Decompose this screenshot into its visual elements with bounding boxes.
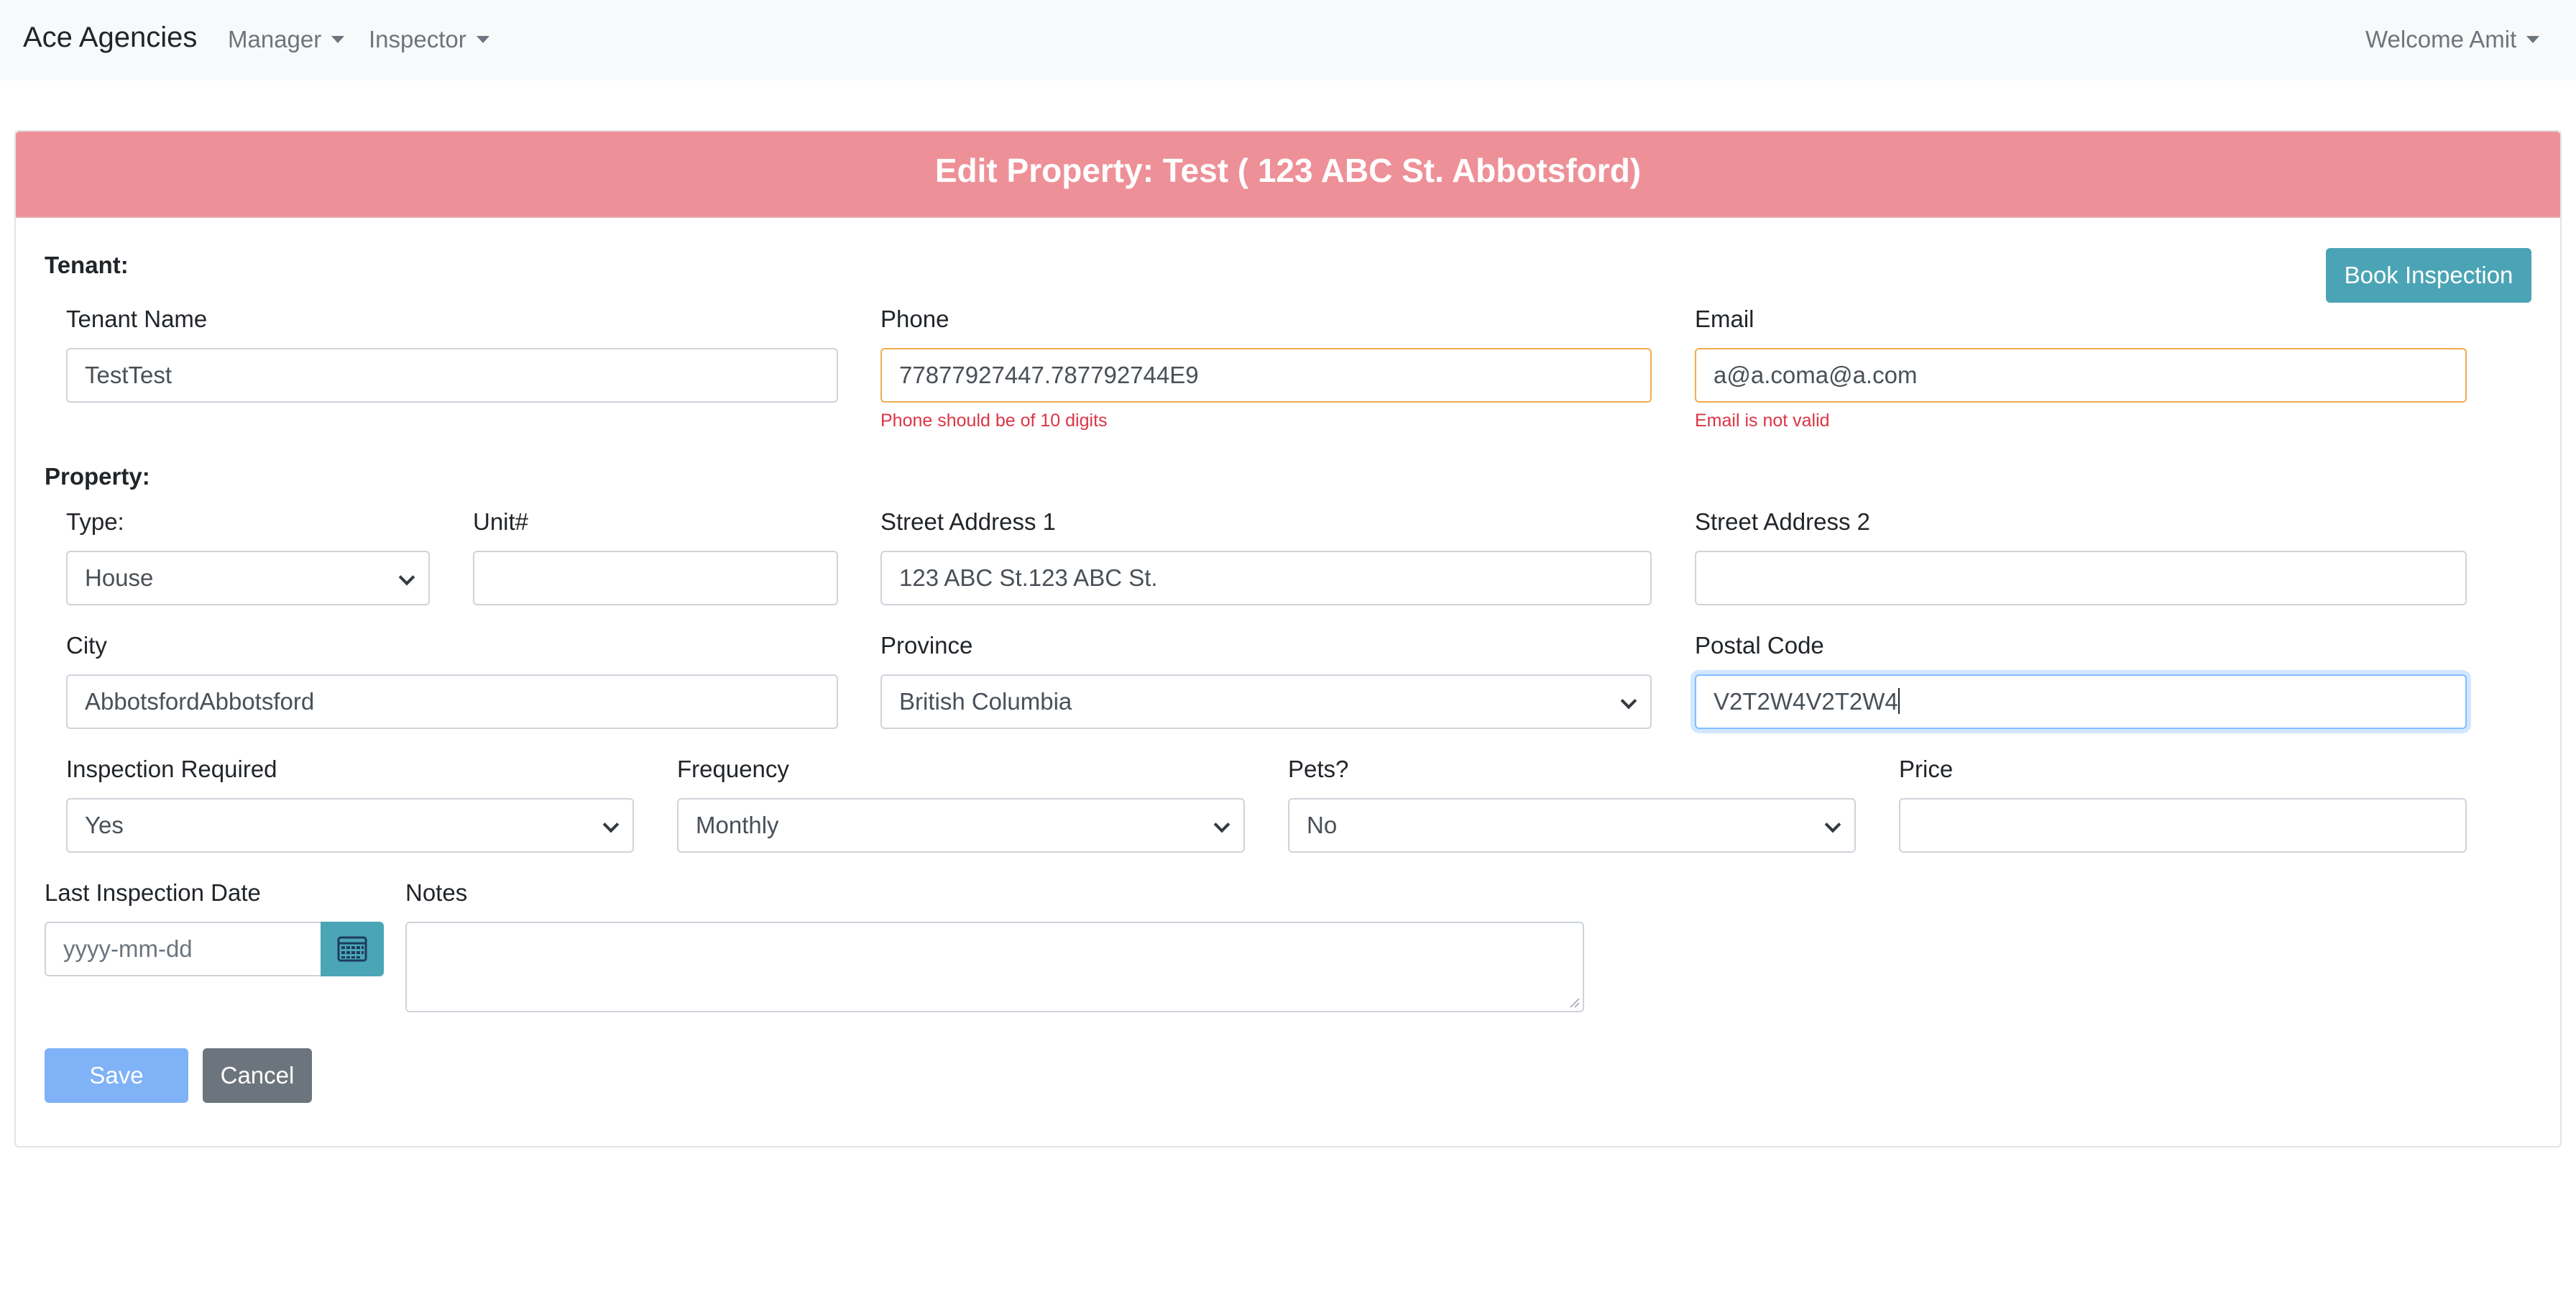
chevron-down-icon <box>398 569 415 586</box>
street-address-1-value: 123 ABC St.123 ABC St. <box>899 564 1158 591</box>
save-button[interactable]: Save <box>45 1048 188 1103</box>
tenant-name-input[interactable]: TestTest <box>66 348 838 403</box>
user-menu-label: Welcome Amit <box>2365 26 2517 52</box>
calendar-icon <box>337 936 367 962</box>
postal-code-input[interactable]: V2T2W4V2T2W4 <box>1695 674 2467 729</box>
card-header: Edit Property: Test ( 123 ABC St. Abbots… <box>16 132 2560 218</box>
phone-error: Phone should be of 10 digits <box>880 411 1108 431</box>
nav-menu-manager[interactable]: Manager <box>228 26 345 53</box>
nav-menu-inspector-label: Inspector <box>369 26 466 52</box>
pets-select[interactable]: No <box>1288 798 1856 853</box>
street-address-1-label: Street Address 1 <box>880 508 1056 535</box>
province-select[interactable]: British Columbia <box>880 674 1652 729</box>
pets-value: No <box>1307 812 1338 838</box>
street-address-1-input[interactable]: 123 ABC St.123 ABC St. <box>880 551 1652 605</box>
text-cursor <box>1898 688 1900 714</box>
frequency-label: Frequency <box>677 756 789 782</box>
caret-down-icon <box>331 36 345 43</box>
date-picker-button[interactable] <box>321 922 384 976</box>
inspection-required-label: Inspection Required <box>66 756 277 782</box>
notes-textarea[interactable] <box>405 922 1584 1012</box>
cancel-button[interactable]: Cancel <box>203 1048 312 1103</box>
page: Ace Agencies Manager Inspector Welcome A… <box>0 0 2576 1297</box>
street-address-2-label: Street Address 2 <box>1695 508 1870 535</box>
chevron-down-icon <box>1620 692 1637 710</box>
phone-input[interactable]: 77877927447.787792744E9 <box>880 348 1652 403</box>
unit-label: Unit# <box>473 508 529 535</box>
price-label: Price <box>1899 756 1954 782</box>
property-section-label: Property: <box>45 463 150 490</box>
type-select[interactable]: House <box>66 551 430 605</box>
street-address-2-input[interactable] <box>1695 551 2467 605</box>
brand-link[interactable]: Ace Agencies <box>23 22 197 54</box>
last-inspection-date-input[interactable]: yyyy-mm-dd <box>45 922 323 976</box>
tenant-section-label: Tenant: <box>45 252 129 278</box>
chevron-down-icon <box>1213 816 1230 833</box>
frequency-select[interactable]: Monthly <box>677 798 1245 853</box>
email-label: Email <box>1695 306 1754 332</box>
tenant-name-label: Tenant Name <box>66 306 208 332</box>
inspection-required-value: Yes <box>85 812 124 838</box>
city-value: AbbotsfordAbbotsford <box>85 688 315 715</box>
unit-input[interactable] <box>473 551 838 605</box>
tenant-name-value: TestTest <box>85 362 172 388</box>
page-title: Edit Property: Test ( 123 ABC St. Abbots… <box>934 152 1642 189</box>
frequency-value: Monthly <box>696 812 779 838</box>
last-inspection-date-label: Last Inspection Date <box>45 879 261 906</box>
chevron-down-icon <box>1824 816 1841 833</box>
email-input[interactable]: a@a.coma@a.com <box>1695 348 2467 403</box>
user-menu[interactable]: Welcome Amit <box>2365 26 2540 53</box>
book-inspection-button[interactable]: Book Inspection <box>2326 248 2531 303</box>
price-input[interactable] <box>1899 798 2467 853</box>
caret-down-icon <box>476 36 489 43</box>
caret-down-icon <box>2526 36 2540 43</box>
resize-grip-icon[interactable] <box>1568 996 1580 1008</box>
inspection-required-select[interactable]: Yes <box>66 798 634 853</box>
pets-label: Pets? <box>1288 756 1349 782</box>
city-input[interactable]: AbbotsfordAbbotsford <box>66 674 838 729</box>
chevron-down-icon <box>602 816 620 833</box>
phone-label: Phone <box>880 306 949 332</box>
city-label: City <box>66 632 107 659</box>
type-label: Type: <box>66 508 124 535</box>
last-inspection-date-placeholder: yyyy-mm-dd <box>63 935 193 962</box>
province-label: Province <box>880 632 973 659</box>
nav-menu-inspector[interactable]: Inspector <box>369 26 489 53</box>
navbar: Ace Agencies Manager Inspector Welcome A… <box>0 0 2576 81</box>
postal-code-value: V2T2W4V2T2W4 <box>1714 688 1898 715</box>
province-value: British Columbia <box>899 688 1072 715</box>
postal-code-label: Postal Code <box>1695 632 1824 659</box>
email-error: Email is not valid <box>1695 411 1830 431</box>
nav-menu-manager-label: Manager <box>228 26 322 52</box>
email-value: a@a.coma@a.com <box>1714 362 1918 388</box>
notes-label: Notes <box>405 879 468 906</box>
type-value: House <box>85 564 154 591</box>
phone-value: 77877927447.787792744E9 <box>899 362 1199 388</box>
